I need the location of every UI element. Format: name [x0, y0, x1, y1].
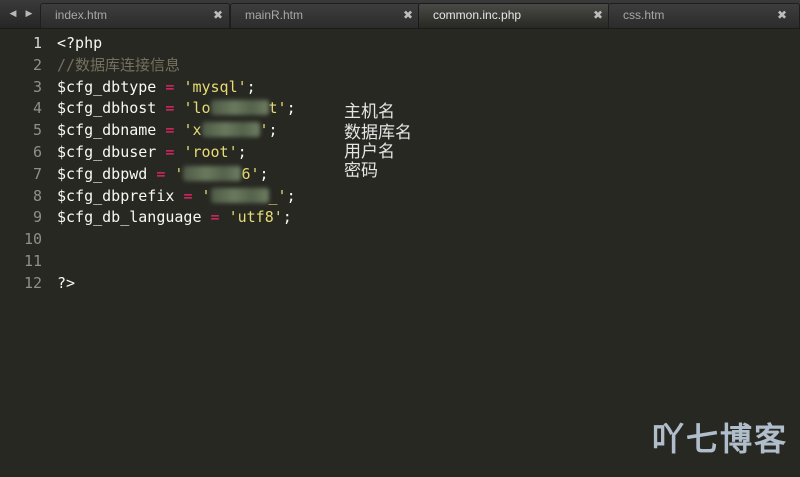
code-line-5: $cfg_dbname = 'x '; [57, 120, 617, 142]
line-number: 6 [32, 142, 42, 161]
close-icon[interactable]: ✖ [213, 8, 223, 22]
code-line-12: ?> [57, 273, 617, 295]
code-line-6: $cfg_dbuser = 'root'; [57, 142, 617, 164]
code-string: ' [174, 164, 184, 183]
code-string: 'mysql' [183, 77, 247, 96]
tab-scroll-right-icon[interactable]: ▶ [22, 0, 36, 28]
code-comment: //数据库连接信息 [57, 55, 181, 74]
code-operator: = [183, 186, 193, 205]
code-semicolon: ; [282, 208, 292, 227]
code-operator: = [165, 77, 175, 96]
watermark-logo: 吖七博客 [652, 420, 789, 458]
code-string: 'utf8' [228, 208, 283, 227]
tab-label: css.htm [623, 8, 665, 22]
code-string: t' [268, 99, 287, 118]
code-semicolon: ; [237, 142, 247, 161]
code-variable: $cfg_dbpwd [57, 164, 148, 183]
tab-common-inc-php[interactable]: common.inc.php ✖ [418, 3, 610, 28]
line-number: 1 [32, 34, 42, 52]
code-line-1: <?php [57, 33, 617, 55]
redacted-mosaic [183, 165, 242, 181]
line-number: 3 [32, 77, 42, 96]
redacted-mosaic [210, 100, 269, 116]
code-semicolon: ; [246, 77, 256, 96]
line-number: 4 [32, 99, 42, 118]
tab-css-htm[interactable]: css.htm ✖ [608, 3, 800, 28]
code-variable: $cfg_dbuser [57, 142, 157, 161]
code-semicolon: ; [286, 99, 296, 118]
code-variable: $cfg_dbname [57, 121, 157, 140]
code-line-7: $cfg_dbpwd = ' 6'; [57, 164, 617, 186]
code-semicolon: ; [259, 164, 269, 183]
line-number: 8 [32, 186, 42, 205]
line-number: 5 [32, 121, 42, 140]
code-string: _' [268, 186, 287, 205]
code-variable: $cfg_dbprefix [57, 186, 175, 205]
code-string: ' [259, 121, 269, 140]
tab-label: common.inc.php [433, 8, 522, 22]
redacted-mosaic [210, 187, 269, 203]
code-variable: $cfg_db_language [57, 208, 202, 227]
tab-label: index.htm [55, 8, 108, 22]
code-string: 6' [241, 164, 260, 183]
code-line-3: $cfg_dbtype = 'mysql'; [57, 77, 617, 99]
code-operator: = [156, 164, 166, 183]
line-number: 9 [32, 208, 42, 227]
line-number-gutter: 1 2 3 4 5 6 7 8 9 10 11 12 [0, 33, 42, 295]
line-number: 12 [23, 273, 42, 292]
code-string: 'x [183, 121, 202, 140]
tab-index-htm[interactable]: index.htm ✖ [40, 3, 230, 28]
code-variable: $cfg_dbtype [57, 77, 157, 96]
code-operator: = [165, 99, 175, 118]
close-icon[interactable]: ✖ [777, 8, 787, 22]
close-icon[interactable]: ✖ [403, 8, 413, 22]
code-semicolon: ; [268, 121, 278, 140]
code-line-8: $cfg_dbprefix = ' _'; [57, 186, 617, 208]
php-close-tag: ?> [57, 273, 76, 292]
tab-label: mainR.htm [245, 8, 304, 22]
line-number: 10 [23, 230, 42, 249]
redacted-mosaic [201, 122, 260, 138]
close-icon[interactable]: ✖ [593, 8, 603, 22]
code-semicolon: ; [286, 186, 296, 205]
tab-mainr-htm[interactable]: mainR.htm ✖ [230, 3, 420, 28]
code-operator: = [165, 142, 175, 161]
annotation-password: 密码 [344, 161, 378, 181]
php-open-tag: <?php [57, 34, 103, 52]
code-content[interactable]: <?php //数据库连接信息 $cfg_dbtype = 'mysql'; $… [57, 33, 617, 295]
code-string: 'root' [183, 142, 238, 161]
code-editor[interactable]: 1 2 3 4 5 6 7 8 9 10 11 12 <?php //数据库连接… [0, 29, 800, 477]
code-string: 'lo [183, 99, 211, 118]
line-number: 7 [32, 164, 42, 183]
code-string: ' [201, 186, 211, 205]
tab-bar: ◀ ▶ index.htm ✖ mainR.htm ✖ common.inc.p… [0, 0, 800, 29]
code-line-2: //数据库连接信息 [57, 55, 617, 77]
code-variable: $cfg_dbhost [57, 99, 157, 118]
tab-scroll-left-icon[interactable]: ◀ [6, 0, 20, 28]
code-operator: = [210, 208, 220, 227]
code-line-4: $cfg_dbhost = 'lo t'; [57, 98, 617, 120]
line-number: 2 [32, 55, 42, 74]
line-number: 11 [23, 251, 42, 270]
code-operator: = [165, 121, 175, 140]
code-line-9: $cfg_db_language = 'utf8'; [57, 207, 617, 229]
